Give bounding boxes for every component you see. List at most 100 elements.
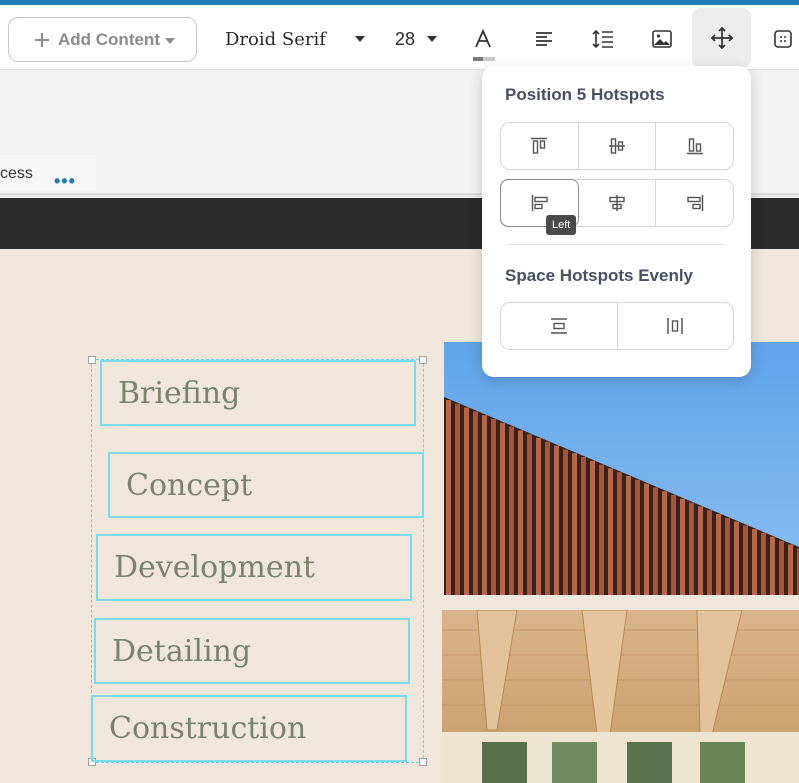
hotspot-construction[interactable]: Construction bbox=[91, 695, 407, 762]
facade-slat bbox=[725, 517, 730, 595]
add-content-label: Add Content bbox=[58, 29, 160, 49]
move-icon bbox=[710, 26, 733, 49]
facade-slat bbox=[563, 449, 568, 595]
facade-slat bbox=[752, 529, 757, 595]
more-options-icon[interactable]: ••• bbox=[54, 171, 76, 192]
facade-slat bbox=[554, 445, 559, 595]
facade-slat bbox=[491, 419, 496, 595]
facade-slat bbox=[689, 502, 694, 595]
font-size-value: 28 bbox=[395, 28, 416, 49]
tab-label[interactable]: cess bbox=[0, 165, 33, 183]
font-size-select[interactable]: 28 bbox=[395, 25, 438, 53]
text-color-button[interactable] bbox=[462, 18, 504, 60]
facade-slat bbox=[590, 460, 595, 595]
position-title: Position 5 Hotspots bbox=[505, 85, 665, 104]
facade-slat bbox=[464, 407, 469, 595]
align-right-button[interactable] bbox=[656, 180, 733, 226]
hotspot-concept[interactable]: Concept bbox=[108, 452, 424, 518]
chevron-down-icon bbox=[164, 37, 175, 44]
facade-slat bbox=[707, 510, 712, 595]
grid-button[interactable] bbox=[762, 18, 799, 60]
facade-image bbox=[444, 342, 799, 595]
facade-slat bbox=[680, 498, 685, 595]
hotspot-briefing[interactable]: Briefing bbox=[100, 360, 416, 426]
facade-slat bbox=[473, 411, 478, 595]
align-left-icon bbox=[536, 32, 552, 46]
font-family-value: Droid Serif bbox=[225, 28, 326, 50]
resize-handle-top-right[interactable] bbox=[419, 356, 427, 364]
line-height-icon bbox=[592, 29, 613, 49]
facade-slat bbox=[716, 514, 721, 595]
facade-slat bbox=[527, 434, 532, 595]
distribute-horizontal-button[interactable] bbox=[618, 303, 734, 349]
facade-slat bbox=[626, 476, 631, 595]
facade-slat bbox=[662, 491, 667, 595]
text-color-icon bbox=[475, 28, 491, 48]
add-content-button[interactable]: Add Content bbox=[8, 17, 197, 62]
distribute-group bbox=[500, 302, 734, 350]
align-middle-icon bbox=[609, 138, 625, 154]
facade-slat bbox=[572, 453, 577, 595]
facade-slat bbox=[599, 464, 604, 595]
facade-slat bbox=[500, 422, 505, 595]
facade-slat bbox=[743, 525, 748, 595]
image-icon bbox=[652, 30, 672, 48]
align-middle-button[interactable] bbox=[579, 123, 657, 169]
facade-slat bbox=[545, 441, 550, 595]
text-align-button[interactable] bbox=[523, 18, 565, 60]
facade-slat bbox=[455, 403, 460, 595]
facade-slat bbox=[653, 487, 658, 595]
distribute-horizontal-icon bbox=[667, 318, 683, 334]
facade-slat bbox=[581, 457, 586, 595]
facade-slat bbox=[644, 483, 649, 595]
align-center-icon bbox=[608, 195, 625, 211]
vertical-align-group bbox=[500, 122, 734, 170]
facade-slat bbox=[671, 495, 676, 595]
distribute-vertical-button[interactable] bbox=[501, 303, 618, 349]
popover-divider bbox=[506, 244, 726, 245]
facade-slat bbox=[482, 415, 487, 595]
align-top-icon bbox=[531, 137, 548, 154]
facade-slat bbox=[617, 472, 622, 595]
align-bottom-button[interactable] bbox=[656, 123, 733, 169]
facade-slat bbox=[761, 533, 766, 595]
position-popover: Position 5 Hotspots Space Hotspots Evenl… bbox=[482, 66, 751, 377]
chevron-down-icon bbox=[427, 36, 438, 42]
facade-slat bbox=[509, 426, 514, 595]
facade-slat bbox=[446, 400, 451, 595]
line-height-button[interactable] bbox=[582, 18, 624, 60]
align-center-button[interactable] bbox=[578, 180, 656, 226]
text-color-swatch bbox=[473, 57, 495, 61]
position-button[interactable] bbox=[692, 8, 751, 67]
facade-slat bbox=[734, 521, 739, 595]
chevron-down-icon bbox=[355, 36, 365, 42]
tooltip-left: Left bbox=[546, 215, 577, 235]
horizontal-align-group bbox=[500, 179, 734, 227]
ceiling-photo[interactable] bbox=[442, 610, 799, 783]
align-right-icon bbox=[686, 195, 703, 211]
ceiling-image bbox=[442, 610, 799, 783]
align-bottom-icon bbox=[686, 138, 703, 155]
hotspot-detailing[interactable]: Detailing bbox=[94, 618, 410, 684]
facade-photo[interactable] bbox=[444, 342, 799, 595]
facade-slat bbox=[770, 536, 775, 595]
align-top-button[interactable] bbox=[501, 123, 579, 169]
editor-toolbar: Add Content Droid Serif 28 bbox=[0, 5, 799, 70]
resize-handle-top-left[interactable] bbox=[88, 356, 96, 364]
font-family-select[interactable]: Droid Serif bbox=[225, 25, 365, 53]
align-left-hotspots-icon bbox=[531, 195, 548, 211]
resize-handle-bottom-right[interactable] bbox=[419, 758, 427, 766]
space-evenly-title: Space Hotspots Evenly bbox=[505, 266, 694, 285]
image-button[interactable] bbox=[641, 18, 683, 60]
facade-slat bbox=[788, 544, 793, 595]
distribute-vertical-icon bbox=[550, 318, 567, 334]
facade-slat bbox=[698, 506, 703, 595]
facade-slat bbox=[779, 540, 784, 595]
grid-icon bbox=[774, 30, 792, 48]
hotspot-development[interactable]: Development bbox=[96, 534, 412, 601]
plus-icon bbox=[35, 32, 49, 47]
facade-slat bbox=[608, 468, 613, 595]
facade-slat bbox=[518, 430, 523, 595]
facade-slat bbox=[635, 479, 640, 595]
facade-slat bbox=[536, 438, 541, 595]
